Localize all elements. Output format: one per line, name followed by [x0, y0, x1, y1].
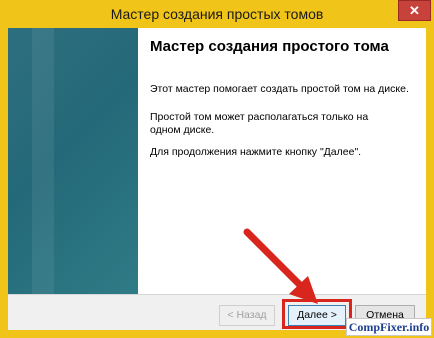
sidebar-decoration [32, 28, 54, 294]
next-button[interactable]: Далее > [288, 305, 346, 326]
close-button[interactable]: ✕ [398, 0, 431, 21]
close-icon: ✕ [409, 3, 420, 18]
title-bar[interactable]: Мастер создания простых томов ✕ [0, 0, 434, 28]
watermark-logo: CompFixer.info [346, 318, 432, 336]
back-button[interactable]: < Назад [219, 305, 275, 326]
wizard-sidebar-banner [8, 28, 138, 294]
continue-instruction: Для продолжения нажмите кнопку "Далее". [150, 146, 362, 158]
intro-paragraph: Этот мастер помогает создать простой том… [150, 83, 409, 95]
wizard-content: Мастер создания простого тома Этот масте… [138, 28, 426, 294]
wizard-window: Мастер создания простых томов ✕ Мастер с… [0, 0, 434, 338]
window-title: Мастер создания простых томов [110, 6, 324, 22]
wizard-heading: Мастер создания простого тома [150, 38, 389, 55]
wizard-client-area: Мастер создания простого тома Этот масте… [8, 28, 426, 330]
simple-volume-note: Простой том может располагаться только н… [150, 111, 369, 136]
